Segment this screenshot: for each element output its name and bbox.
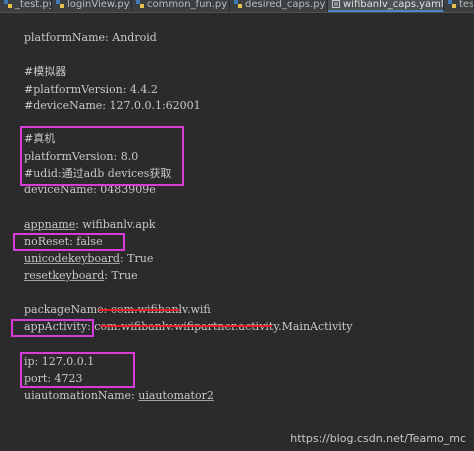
tab-label: loginView.py bbox=[67, 0, 130, 10]
code-line-comment-emulator[interactable]: #模拟器 bbox=[24, 64, 66, 80]
highlight-box-no-reset bbox=[13, 233, 125, 251]
python-file-icon bbox=[4, 0, 12, 8]
tab-desired-caps-py[interactable]: desired_caps.py× bbox=[230, 0, 328, 12]
red-redaction-mark bbox=[98, 309, 180, 311]
code-editor[interactable]: _test.py loginView.py× common_fun.py× de… bbox=[0, 0, 474, 451]
yaml-value: : wifibanlv.apk bbox=[75, 218, 156, 231]
yaml-key: packageName bbox=[24, 303, 104, 316]
python-file-icon bbox=[136, 0, 144, 8]
yaml-file-icon bbox=[332, 0, 340, 8]
code-line-device-name-commented[interactable]: #deviceName: 127.0.0.1:62001 bbox=[24, 98, 201, 114]
code-line-platform-name[interactable]: platformName: Android bbox=[24, 30, 157, 46]
yaml-key: appname bbox=[24, 218, 76, 231]
python-file-icon bbox=[448, 0, 456, 8]
tab-label: tes bbox=[459, 0, 474, 10]
code-line-platform-version-commented[interactable]: #platformVersion: 4.4.2 bbox=[24, 82, 158, 98]
yaml-key: unicodekeyboard bbox=[24, 252, 120, 265]
yaml-value: : True bbox=[119, 252, 154, 265]
tab-label: wifibanlv_caps.yaml bbox=[343, 0, 444, 10]
yaml-key: uiautomationName bbox=[24, 389, 132, 402]
code-line-appname[interactable]: appname: wifibanlv.apk bbox=[24, 217, 156, 233]
tab-test-py[interactable]: _test.py bbox=[0, 0, 52, 12]
yaml-value: : True bbox=[104, 269, 138, 282]
highlight-box-ip-port bbox=[20, 352, 135, 388]
python-file-icon bbox=[56, 0, 64, 8]
tab-label: _test.py bbox=[15, 0, 52, 10]
red-redaction-mark bbox=[100, 325, 272, 327]
tab-common-fun-py[interactable]: common_fun.py× bbox=[132, 0, 230, 12]
yaml-key: resetkeyboard bbox=[24, 269, 105, 282]
code-line-reset-keyboard[interactable]: resetkeyboard: True bbox=[24, 268, 138, 284]
tab-label: common_fun.py bbox=[147, 0, 228, 10]
editor-tab-bar: _test.py loginView.py× common_fun.py× de… bbox=[0, 0, 474, 13]
highlight-box-real-device bbox=[20, 126, 184, 186]
tab-loginview-py[interactable]: loginView.py× bbox=[52, 0, 132, 12]
tab-tes[interactable]: tes bbox=[444, 0, 474, 12]
tab-wifibanlv-caps-yaml[interactable]: wifibanlv_caps.yaml× bbox=[328, 0, 444, 12]
watermark-text: https://blog.csdn.net/Teamo_mc bbox=[290, 432, 466, 445]
code-line-unicode-keyboard[interactable]: unicodekeyboard: True bbox=[24, 251, 153, 267]
tab-label: desired_caps.py bbox=[245, 0, 326, 10]
yaml-value: uiautomator2 bbox=[138, 389, 214, 402]
highlight-box-app-activity bbox=[11, 319, 94, 337]
code-line-uiautomation-name[interactable]: uiautomationName: uiautomator2 bbox=[24, 388, 214, 404]
python-file-icon bbox=[234, 0, 242, 8]
